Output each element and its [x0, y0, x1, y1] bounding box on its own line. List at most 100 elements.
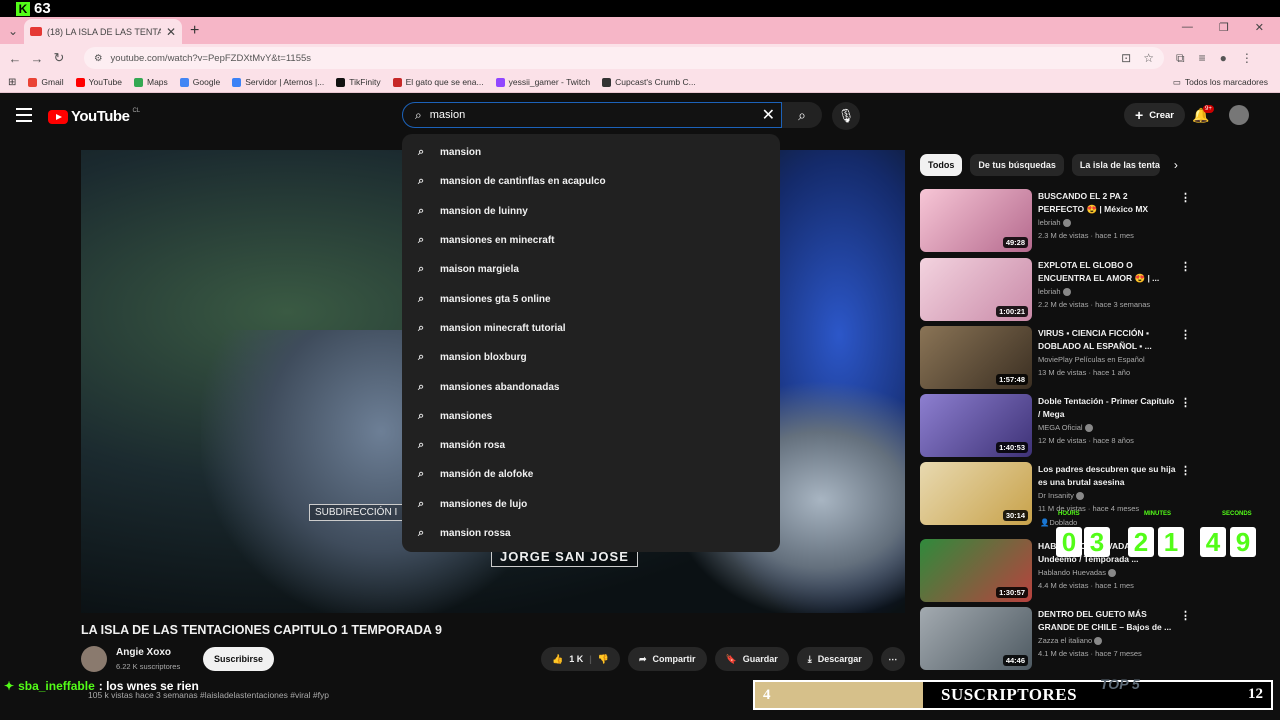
- thumbs-down-icon[interactable]: 👎: [598, 654, 609, 665]
- back-icon[interactable]: ←: [4, 51, 26, 66]
- recommended-video[interactable]: 44:46 DENTRO DEL GUETO MÁS GRANDE DE CHI…: [920, 607, 1191, 671]
- more-vert-icon[interactable]: ⋮: [1180, 464, 1191, 477]
- chip-from-searches[interactable]: De tus búsquedas: [970, 154, 1064, 176]
- video-title[interactable]: EXPLOTA EL GLOBO O ENCUENTRA EL AMOR 😍 |…: [1038, 259, 1176, 285]
- install-app-icon[interactable]: ⊡: [1121, 51, 1131, 65]
- suggestion-item[interactable]: ⌕ mansion: [402, 138, 780, 167]
- suggestion-item[interactable]: ⌕ mansion de cantinflas en acapulco: [402, 167, 780, 196]
- suggestion-item[interactable]: ⌕ mansión de alofoke: [402, 460, 780, 489]
- search-input[interactable]: [429, 109, 730, 121]
- browser-menu-icon[interactable]: ⋮: [1241, 51, 1253, 66]
- bookmark-item[interactable]: El gato que se ena...: [392, 77, 484, 87]
- extensions-icon[interactable]: ⧉: [1176, 51, 1185, 66]
- bookmark-item[interactable]: TikFinity: [336, 77, 381, 87]
- suggestion-item[interactable]: ⌕ mansiones abandonadas: [402, 372, 780, 401]
- suggestion-item[interactable]: ⌕ mansiones en minecraft: [402, 226, 780, 255]
- video-thumbnail[interactable]: 1:00:21: [920, 258, 1032, 321]
- suggestion-item[interactable]: ⌕ maison margiela: [402, 255, 780, 284]
- channel-line[interactable]: Hablando Huevadas: [1038, 568, 1116, 578]
- channel-line[interactable]: Zazza el italiano: [1038, 636, 1103, 646]
- video-title[interactable]: Los padres descubren que su hija es una …: [1038, 463, 1176, 489]
- suggestion-item[interactable]: ⌕ mansiones de lujo: [402, 490, 780, 519]
- more-vert-icon[interactable]: ⋮: [1180, 260, 1191, 273]
- channel-line[interactable]: MoviePlay Películas en Español: [1038, 355, 1145, 364]
- apps-grid-icon[interactable]: ⊞: [8, 77, 16, 88]
- hamburger-menu-icon[interactable]: [16, 108, 32, 122]
- video-thumbnail[interactable]: 49:28: [920, 189, 1032, 252]
- video-title[interactable]: BUSCANDO EL 2 PA 2 PERFECTO 😍 | México M…: [1038, 190, 1176, 216]
- more-vert-icon[interactable]: ⋮: [1180, 396, 1191, 409]
- create-button[interactable]: + Crear: [1124, 103, 1186, 127]
- restore-icon[interactable]: ❐: [1219, 21, 1229, 34]
- stream-timer-overlay: HOURS MINUTES SECONDS 0 3 2 1 4 9: [1054, 511, 1264, 561]
- video-title[interactable]: DENTRO DEL GUETO MÁS GRANDE DE CHILE – B…: [1038, 608, 1176, 634]
- suggestion-item[interactable]: ⌕ mansion rossa: [402, 519, 780, 548]
- bookmark-item[interactable]: Cupcast's Crumb C...: [602, 77, 696, 87]
- chip-topic[interactable]: La isla de las tentac: [1071, 154, 1160, 176]
- bookmark-item[interactable]: Google: [179, 77, 220, 87]
- share-button[interactable]: ➦ Compartir: [627, 647, 707, 671]
- bookmark-item[interactable]: yessii_gamer - Twitch: [495, 77, 590, 87]
- channel-line[interactable]: Dr Insanity: [1038, 491, 1084, 501]
- search-button[interactable]: ⌕: [782, 102, 822, 128]
- close-tab-icon[interactable]: ✕: [166, 25, 176, 39]
- like-button[interactable]: 👍 1 K | 👎: [541, 647, 620, 671]
- save-button[interactable]: 🔖 Guardar: [714, 647, 789, 671]
- more-vert-icon[interactable]: ⋮: [1180, 191, 1191, 204]
- video-thumbnail[interactable]: 30:14: [920, 462, 1032, 525]
- media-icon[interactable]: ≡: [1199, 51, 1206, 66]
- bookmark-item[interactable]: YouTube: [75, 77, 122, 87]
- profile-icon[interactable]: ●: [1220, 51, 1227, 66]
- video-title[interactable]: VIRUS ▪ CIENCIA FICCIÓN ▪ DOBLADO AL ESP…: [1038, 327, 1176, 353]
- suggestion-item[interactable]: ⌕ mansion minecraft tutorial: [402, 314, 780, 343]
- clear-search-icon[interactable]: ✕: [762, 105, 775, 125]
- search-icon: ⌕: [418, 527, 425, 539]
- suggestion-item[interactable]: ⌕ mansion bloxburg: [402, 343, 780, 372]
- folder-icon: ▭: [1172, 76, 1181, 87]
- recommended-video[interactable]: 1:57:48 VIRUS ▪ CIENCIA FICCIÓN ▪ DOBLAD…: [920, 326, 1191, 390]
- suggestion-item[interactable]: ⌕ mansiones gta 5 online: [402, 284, 780, 313]
- tab-search-icon[interactable]: ⌄: [8, 24, 18, 38]
- forward-icon[interactable]: →: [26, 51, 48, 66]
- voice-search-button[interactable]: 🎙: [832, 102, 860, 130]
- chevron-right-icon[interactable]: ›: [1174, 158, 1178, 172]
- video-thumbnail[interactable]: 1:40:53: [920, 394, 1032, 457]
- more-vert-icon[interactable]: ⋮: [1180, 328, 1191, 341]
- channel-avatar[interactable]: [81, 646, 107, 672]
- download-button[interactable]: ⤓ Descargar: [796, 647, 873, 671]
- recommended-video[interactable]: 1:00:21 EXPLOTA EL GLOBO O ENCUENTRA EL …: [920, 258, 1191, 322]
- address-bar[interactable]: ⚙ youtube.com/watch?v=PepFZDXtMvY&t=1155…: [84, 47, 1164, 69]
- account-avatar[interactable]: [1229, 105, 1249, 125]
- bookmark-item[interactable]: Servidor | Aternos |...: [232, 77, 324, 87]
- close-window-icon[interactable]: ✕: [1255, 21, 1264, 34]
- browser-tab-active[interactable]: (18) LA ISLA DE LAS TENTACIO ✕: [24, 19, 182, 44]
- video-thumbnail[interactable]: 44:46: [920, 607, 1032, 670]
- channel-name[interactable]: Angie Xoxo: [116, 647, 171, 658]
- search-box[interactable]: ⌕ ✕: [402, 102, 782, 128]
- suggestion-item[interactable]: ⌕ mansion de luinny: [402, 197, 780, 226]
- channel-line[interactable]: MEGA Oficial: [1038, 423, 1093, 433]
- recommended-video[interactable]: 49:28 BUSCANDO EL 2 PA 2 PERFECTO 😍 | Mé…: [920, 189, 1191, 253]
- minimize-icon[interactable]: —: [1182, 21, 1193, 34]
- chip-all[interactable]: Todos: [920, 154, 963, 176]
- bookmark-star-icon[interactable]: ☆: [1143, 51, 1154, 65]
- more-vert-icon[interactable]: ⋮: [1180, 609, 1191, 622]
- video-thumbnail[interactable]: 1:30:57: [920, 539, 1032, 602]
- video-thumbnail[interactable]: 1:57:48: [920, 326, 1032, 389]
- channel-line[interactable]: lebriah: [1038, 218, 1071, 228]
- more-actions-button[interactable]: ⋯: [880, 647, 905, 671]
- site-info-icon[interactable]: ⚙: [94, 53, 103, 64]
- bookmark-item[interactable]: Gmail: [28, 77, 64, 87]
- suggestion-item[interactable]: ⌕ mansión rosa: [402, 431, 780, 460]
- youtube-logo[interactable]: YouTube CL: [48, 108, 140, 125]
- reload-icon[interactable]: ↻: [48, 50, 70, 66]
- channel-line[interactable]: lebriah: [1038, 287, 1071, 297]
- video-title[interactable]: Doble Tentación - Primer Capítulo / Mega: [1038, 395, 1176, 421]
- all-bookmarks-folder[interactable]: ▭ Todos los marcadores: [1173, 77, 1268, 88]
- subscribe-button[interactable]: Suscribirse: [203, 647, 275, 671]
- suggestion-item[interactable]: ⌕ mansiones: [402, 402, 780, 431]
- new-tab-button[interactable]: +: [190, 22, 199, 40]
- verified-icon: [1062, 288, 1071, 297]
- bookmark-item[interactable]: Maps: [134, 77, 168, 87]
- recommended-video[interactable]: 1:40:53 Doble Tentación - Primer Capítul…: [920, 394, 1191, 458]
